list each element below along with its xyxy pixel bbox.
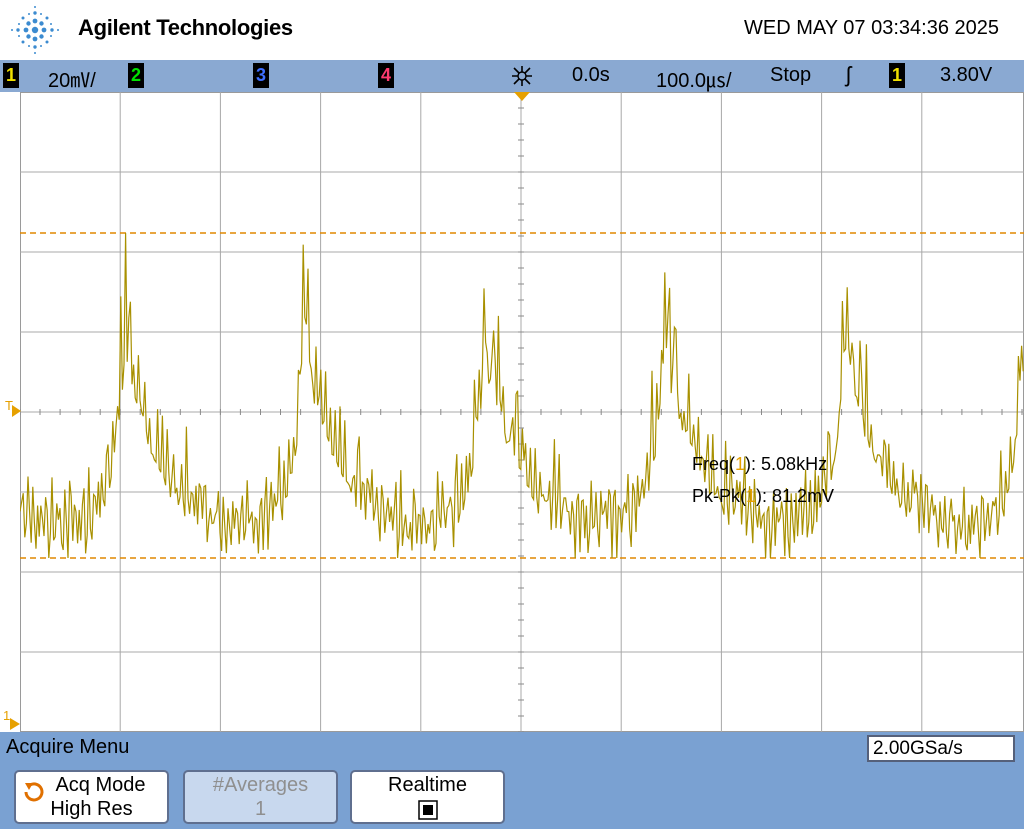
header: Agilent Technologies WED MAY 07 03:34:36… (0, 0, 1024, 60)
ground-arrow-icon (10, 718, 20, 730)
time-delay[interactable]: 0.0s (572, 64, 610, 87)
agilent-spark-logo-icon (11, 6, 59, 54)
averages-value: 1 (254, 798, 267, 820)
channel-3-badge[interactable]: 3 (253, 63, 269, 88)
waveform-display[interactable]: Freq(1): 5.08kHz Pk-Pk(1): 81.2mV (20, 92, 1024, 732)
averages-softkey[interactable]: #Averages 1 (183, 770, 338, 824)
channel-1-badge[interactable]: 1 (3, 63, 19, 88)
run-state[interactable]: Stop (770, 64, 811, 87)
measurement-freq-source: 1 (735, 454, 746, 474)
averages-label: #Averages (212, 774, 309, 796)
trigger-level[interactable]: 3.80V (940, 64, 992, 87)
brand-name: Agilent Technologies (78, 15, 293, 40)
channel-2-badge[interactable]: 2 (128, 63, 144, 88)
acq-mode-label: Acq Mode (55, 774, 146, 796)
waveform-graticule (20, 92, 1024, 732)
status-bar: 1 20㎷/ 2 3 4 0.0s 100.0㎲/ Stop ʃ 1 3.80V (0, 60, 1024, 92)
measurement-pkpk-name: Pk-Pk (692, 486, 741, 506)
measurement-freq-value: : 5.08kHz (751, 454, 828, 474)
channel-1-scale[interactable]: 20㎷/ (48, 64, 96, 93)
measurement-freq-name: Freq (692, 454, 730, 474)
measurement-freq: Freq(1): 5.08kHz (692, 454, 828, 474)
realtime-label: Realtime (388, 774, 467, 796)
measurement-pkpk-value: : 81.2mV (762, 486, 835, 506)
time-scale[interactable]: 100.0㎲/ (656, 64, 732, 93)
trigger-arrow-icon (12, 405, 21, 417)
measurement-pkpk-source: 1 (746, 486, 757, 506)
realtime-softkey[interactable]: Realtime (350, 770, 505, 824)
delay-knob-icon[interactable] (510, 65, 534, 87)
measurement-pkpk: Pk-Pk(1): 81.2mV (692, 486, 835, 506)
datetime-display: WED MAY 07 03:34:36 2025 (744, 17, 999, 39)
sample-rate-display: 2.00GSa/s (867, 735, 1015, 762)
time-reference-marker-icon (514, 92, 530, 101)
channel-4-badge[interactable]: 4 (378, 63, 394, 88)
acq-mode-softkey[interactable]: Acq Mode High Res (14, 770, 169, 824)
checkbox-checked-icon[interactable] (418, 800, 438, 820)
trigger-source-badge[interactable]: 1 (889, 63, 905, 88)
menu-title: Acquire Menu (6, 736, 130, 758)
softkey-menu: Acquire Menu 2.00GSa/s Acq Mode High Res… (0, 732, 1024, 829)
acq-mode-value: High Res (50, 798, 133, 820)
trigger-edge-icon[interactable]: ʃ (846, 62, 851, 88)
